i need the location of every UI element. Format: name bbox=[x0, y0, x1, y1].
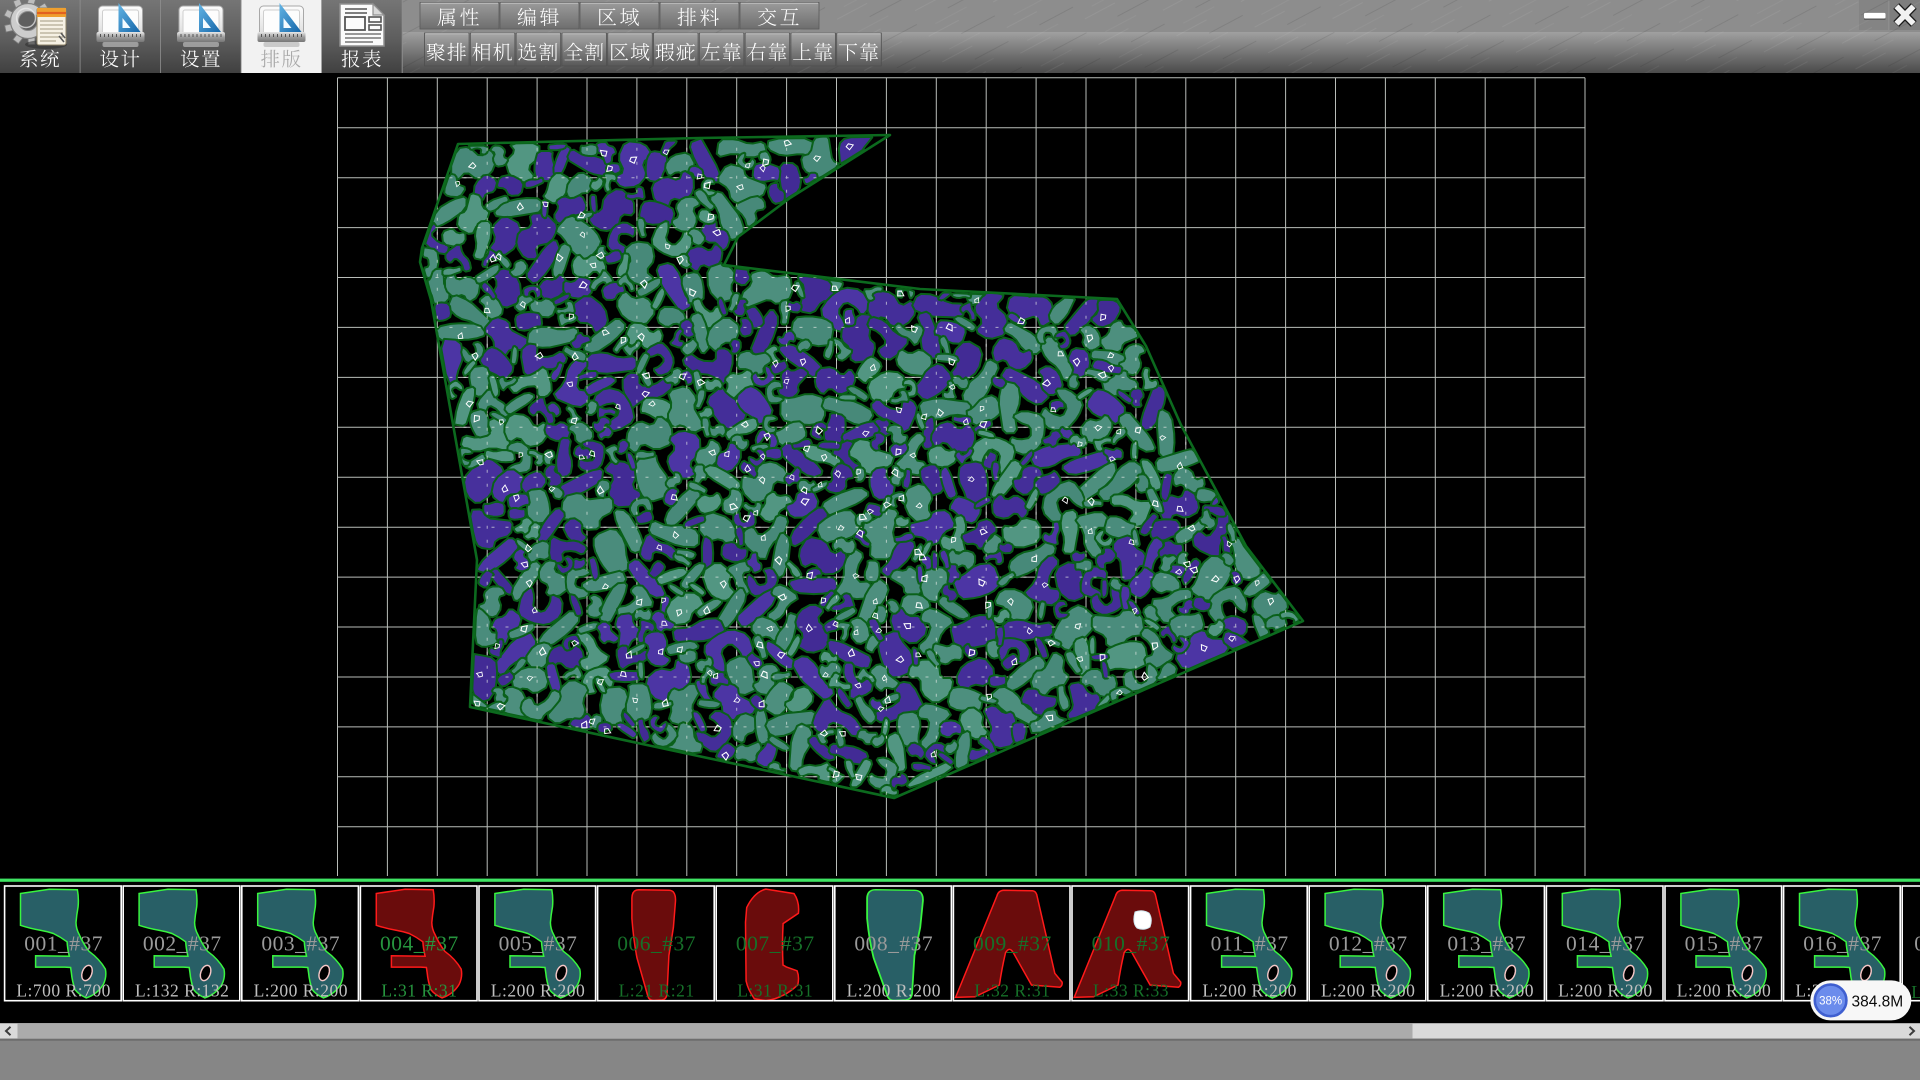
svg-text:013_#37: 013_#37 bbox=[1447, 932, 1526, 956]
svg-text:003_#37: 003_#37 bbox=[261, 932, 340, 956]
svg-text:384.8M: 384.8M bbox=[1852, 993, 1904, 1010]
svg-text:L:31 R:31: L:31 R:31 bbox=[737, 981, 813, 1001]
svg-text:L:700 R:700: L:700 R:700 bbox=[16, 981, 110, 1001]
svg-text:016_#37: 016_#37 bbox=[1803, 932, 1882, 956]
svg-text:L:31 R:31: L:31 R:31 bbox=[381, 981, 457, 1001]
svg-text:L:200 R:200: L:200 R:200 bbox=[1440, 981, 1534, 1001]
svg-text:L:132 R:132: L:132 R:132 bbox=[135, 981, 229, 1001]
svg-text:007_#37: 007_#37 bbox=[736, 932, 815, 956]
svg-text:L:200 R:200: L:200 R:200 bbox=[491, 981, 585, 1001]
svg-text:L:200 R:200: L:200 R:200 bbox=[254, 981, 348, 1001]
svg-text:L:21 R:21: L:21 R:21 bbox=[619, 981, 695, 1001]
svg-text:008_#37: 008_#37 bbox=[854, 932, 933, 956]
svg-text:011_#37: 011_#37 bbox=[1211, 932, 1289, 956]
svg-text:001_#37: 001_#37 bbox=[24, 932, 103, 956]
svg-text:L:200 R:200: L:200 R:200 bbox=[1677, 981, 1771, 1001]
svg-text:L:: L: bbox=[1911, 982, 1920, 1002]
svg-text:012_#37: 012_#37 bbox=[1329, 932, 1408, 956]
svg-text:002_#37: 002_#37 bbox=[143, 932, 222, 956]
svg-text:015_#37: 015_#37 bbox=[1685, 932, 1764, 956]
svg-text:004_#37: 004_#37 bbox=[380, 932, 459, 956]
svg-text:0: 0 bbox=[1914, 932, 1920, 956]
svg-text:L:200 R:200: L:200 R:200 bbox=[847, 981, 941, 1001]
svg-text:014_#37: 014_#37 bbox=[1566, 932, 1645, 956]
svg-text:009_#37: 009_#37 bbox=[973, 932, 1052, 956]
svg-text:38%: 38% bbox=[1819, 996, 1842, 1008]
svg-text:L:200 R:200: L:200 R:200 bbox=[1321, 981, 1415, 1001]
svg-text:L:200 R:200: L:200 R:200 bbox=[1202, 981, 1296, 1001]
svg-text:L:200 R:200: L:200 R:200 bbox=[1558, 981, 1652, 1001]
svg-text:L:33 R:33: L:33 R:33 bbox=[1093, 981, 1169, 1001]
svg-text:L:32 R:31: L:32 R:31 bbox=[974, 981, 1050, 1001]
svg-text:006_#37: 006_#37 bbox=[617, 932, 696, 956]
svg-text:005_#37: 005_#37 bbox=[499, 932, 578, 956]
svg-text:010_#37: 010_#37 bbox=[1092, 932, 1171, 956]
